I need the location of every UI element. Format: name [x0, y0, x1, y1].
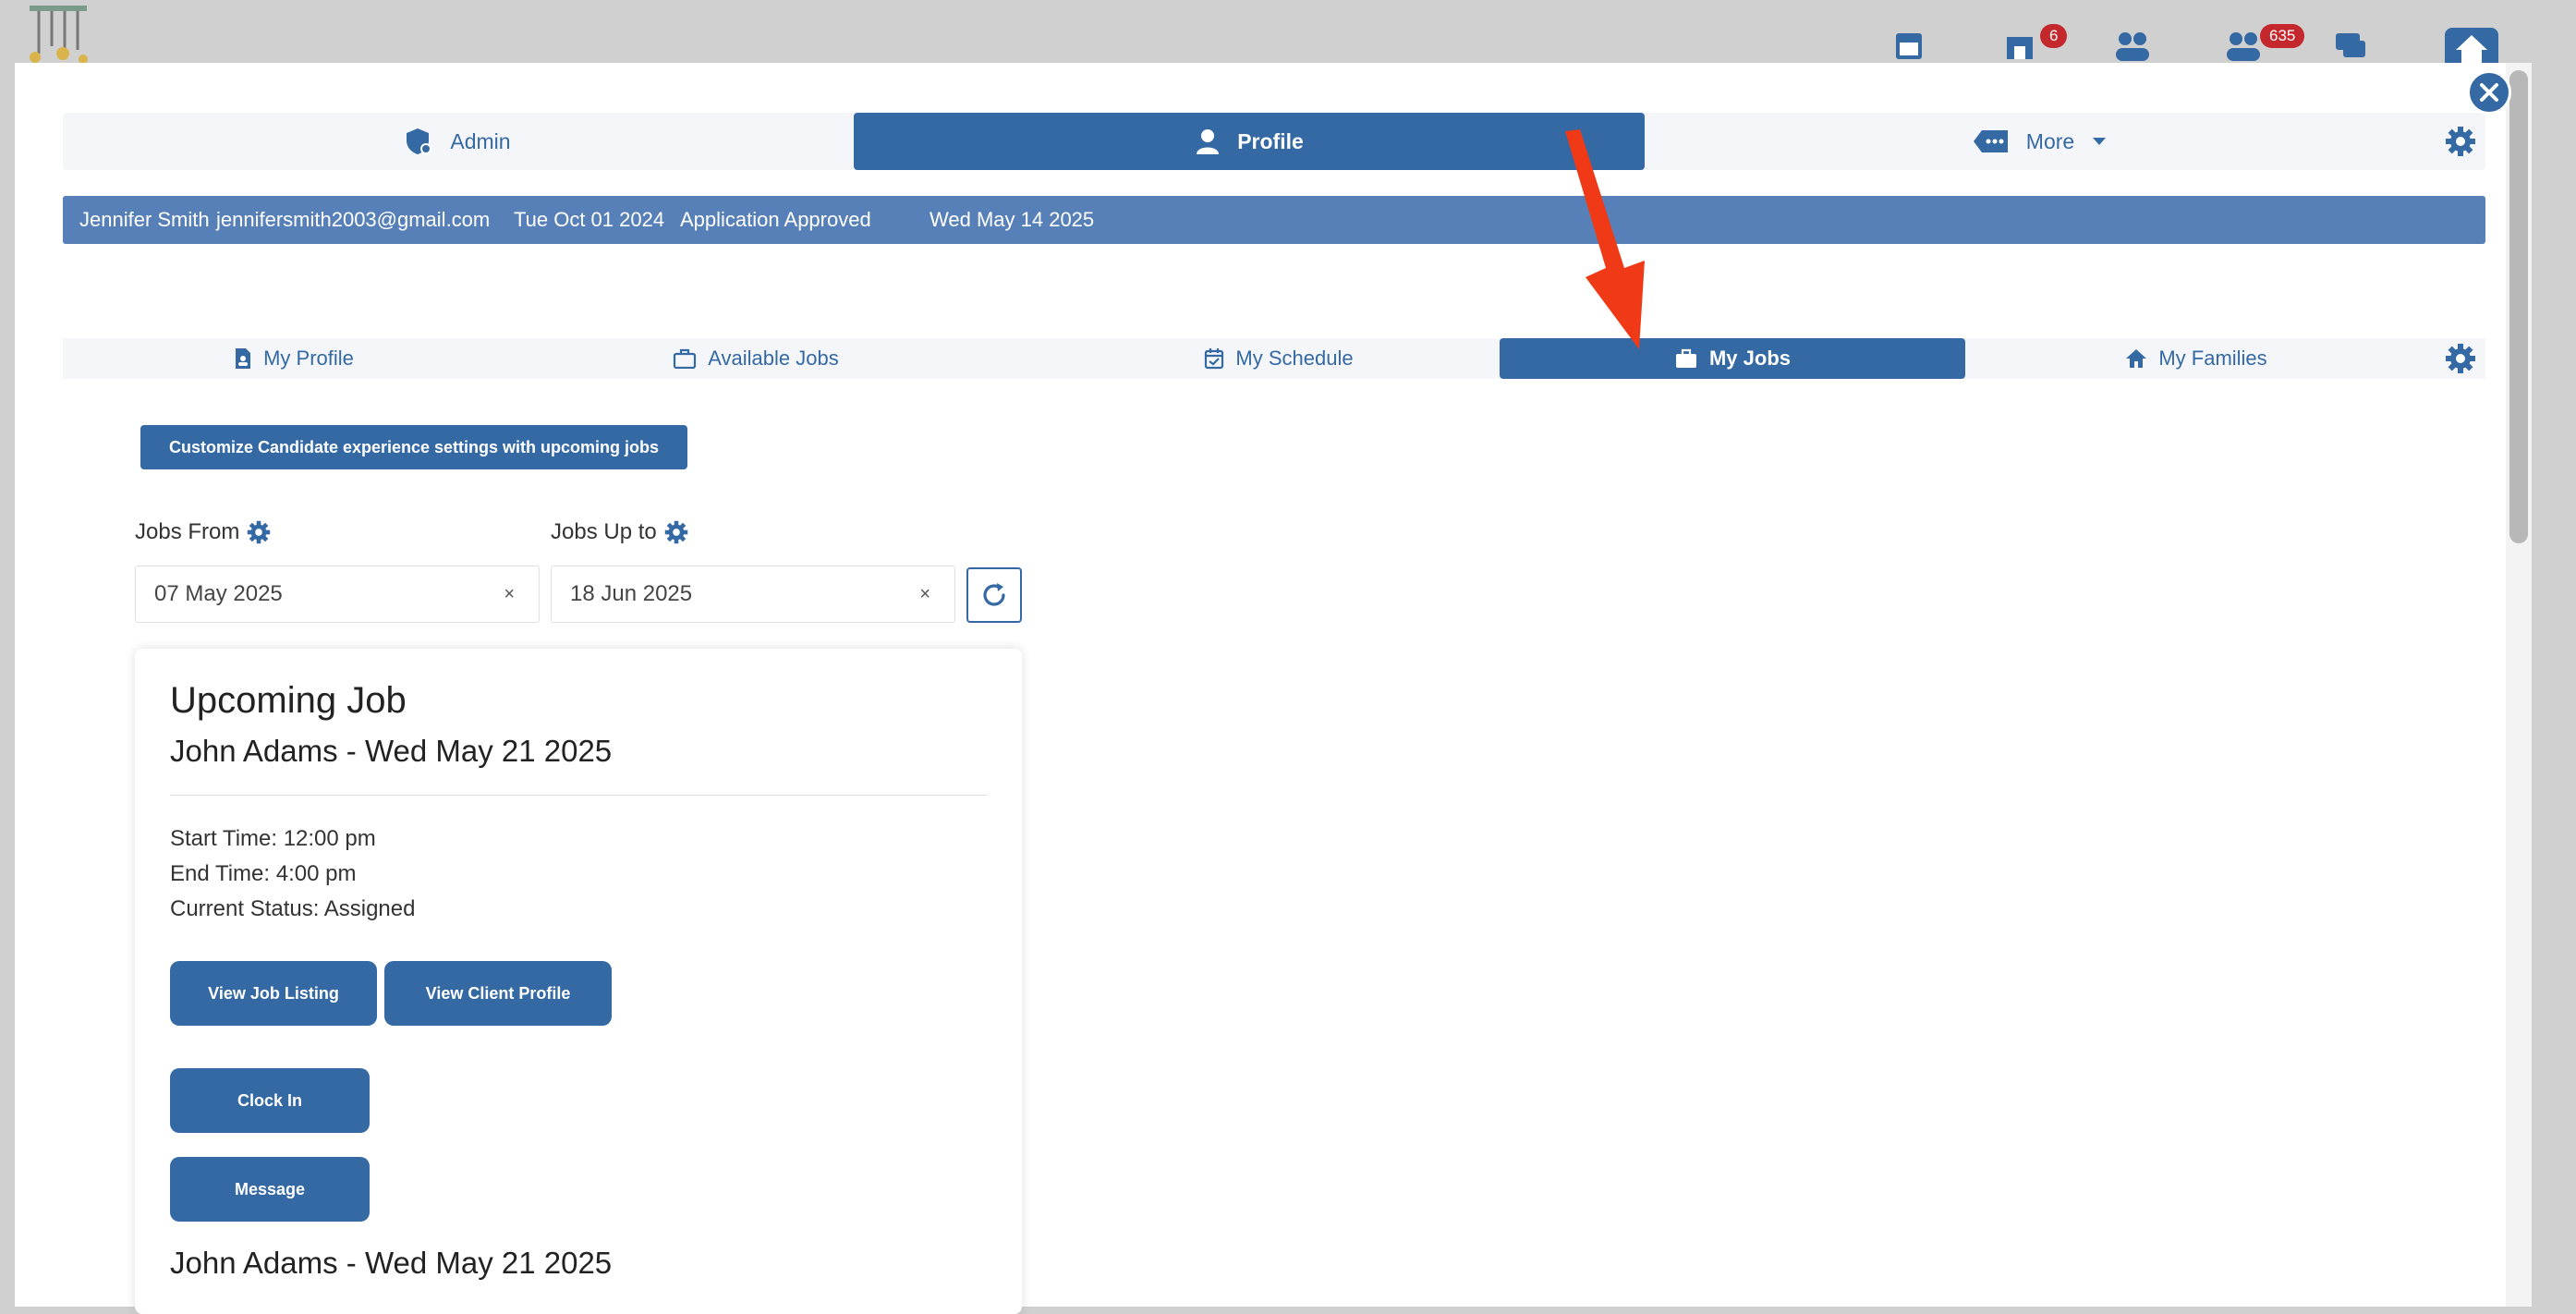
store-badge: 6: [2040, 24, 2068, 48]
tab-my-families[interactable]: My Families: [1965, 338, 2427, 379]
tab-more-label: More: [2025, 128, 2075, 153]
people-badge: 635: [2260, 24, 2305, 48]
candidate-email: jennifersmith2003@gmail.com: [216, 208, 491, 231]
tab-my-families-label: My Families: [2158, 347, 2267, 370]
jobs-up-to-value: 18 Jun 2025: [570, 581, 693, 606]
application-status: Application Approved: [680, 208, 871, 231]
jobs-up-to-label: Jobs Up to: [551, 519, 688, 545]
document-user-icon: [236, 348, 251, 369]
jobs-from-text: Jobs From: [135, 519, 240, 544]
tab-my-profile[interactable]: My Profile: [63, 338, 525, 379]
tab-available-jobs-label: Available Jobs: [708, 347, 839, 370]
jobs-up-to-gear-icon[interactable]: [664, 520, 688, 544]
calendar-check-icon: [1205, 348, 1224, 370]
clock-in-button[interactable]: Clock In: [170, 1068, 370, 1133]
card-divider: [170, 795, 987, 796]
close-modal-button[interactable]: [2467, 70, 2511, 115]
tab-more[interactable]: More: [1645, 113, 2436, 170]
tab-admin[interactable]: Admin: [63, 113, 854, 170]
clear-from-date-icon[interactable]: ×: [504, 584, 515, 605]
job-current-status: Current Status: Assigned: [170, 896, 416, 921]
job-title: John Adams - Wed May 21 2025: [170, 734, 613, 768]
home-icon: [2126, 349, 2147, 368]
briefcase-outline-icon: [674, 348, 697, 369]
top-settings-gear-icon[interactable]: [2445, 126, 2476, 162]
sub-tab-bar: My Profile Available Jobs My Schedule My…: [63, 338, 2485, 379]
next-job-title: John Adams - Wed May 21 2025: [170, 1246, 613, 1280]
applied-date: Tue Oct 01 2024: [514, 208, 665, 231]
view-client-profile-button[interactable]: View Client Profile: [384, 961, 612, 1026]
message-button[interactable]: Message: [170, 1157, 370, 1222]
subtab-settings-gear-icon[interactable]: [2445, 343, 2476, 379]
tab-profile[interactable]: Profile: [854, 113, 1645, 170]
jobs-from-value: 07 May 2025: [154, 581, 283, 606]
jobs-up-to-text: Jobs Up to: [551, 519, 657, 544]
briefcase-icon: [1675, 348, 1696, 368]
approved-date: Wed May 14 2025: [930, 208, 1095, 231]
job-start-time: Start Time: 12:00 pm: [170, 826, 376, 851]
tab-my-schedule[interactable]: My Schedule: [1048, 338, 1510, 379]
jobs-from-gear-icon[interactable]: [247, 520, 271, 544]
candidate-name: Jennifer Smith: [79, 208, 210, 231]
view-job-listing-button[interactable]: View Job Listing: [170, 961, 377, 1026]
jobs-from-label: Jobs From: [135, 519, 271, 545]
tab-admin-label: Admin: [450, 128, 511, 153]
scrollbar-thumb[interactable]: [2509, 70, 2528, 543]
chevron-down-icon: [2093, 138, 2107, 145]
card-heading: Upcoming Job: [170, 680, 407, 721]
home-button[interactable]: [2445, 28, 2498, 65]
tab-my-profile-label: My Profile: [263, 347, 354, 370]
shield-user-icon: [407, 128, 432, 154]
app-logo[interactable]: [26, 0, 92, 65]
clear-up-to-date-icon[interactable]: ×: [919, 584, 930, 605]
tab-profile-label: Profile: [1237, 128, 1304, 153]
tab-my-jobs-label: My Jobs: [1708, 347, 1792, 370]
customize-settings-button[interactable]: Customize Candidate experience settings …: [140, 425, 687, 469]
tab-available-jobs[interactable]: Available Jobs: [525, 338, 987, 379]
tab-my-schedule-label: My Schedule: [1235, 347, 1354, 370]
jobs-from-date-input[interactable]: 07 May 2025 ×: [135, 566, 540, 623]
user-icon: [1197, 129, 1220, 154]
tag-more-icon: [1973, 130, 2008, 152]
tab-my-jobs[interactable]: My Jobs: [1500, 338, 1965, 379]
refresh-button[interactable]: [966, 567, 1022, 623]
top-tab-bar: Admin Profile More: [63, 113, 2485, 170]
job-end-time: End Time: 4:00 pm: [170, 861, 357, 886]
jobs-up-to-date-input[interactable]: 18 Jun 2025 ×: [551, 566, 955, 623]
profile-info-banner: Jennifer Smith jennifersmith2003@gmail.c…: [63, 196, 2485, 244]
refresh-icon: [983, 583, 1005, 606]
upcoming-job-card: Upcoming Job John Adams - Wed May 21 202…: [135, 649, 1022, 1314]
